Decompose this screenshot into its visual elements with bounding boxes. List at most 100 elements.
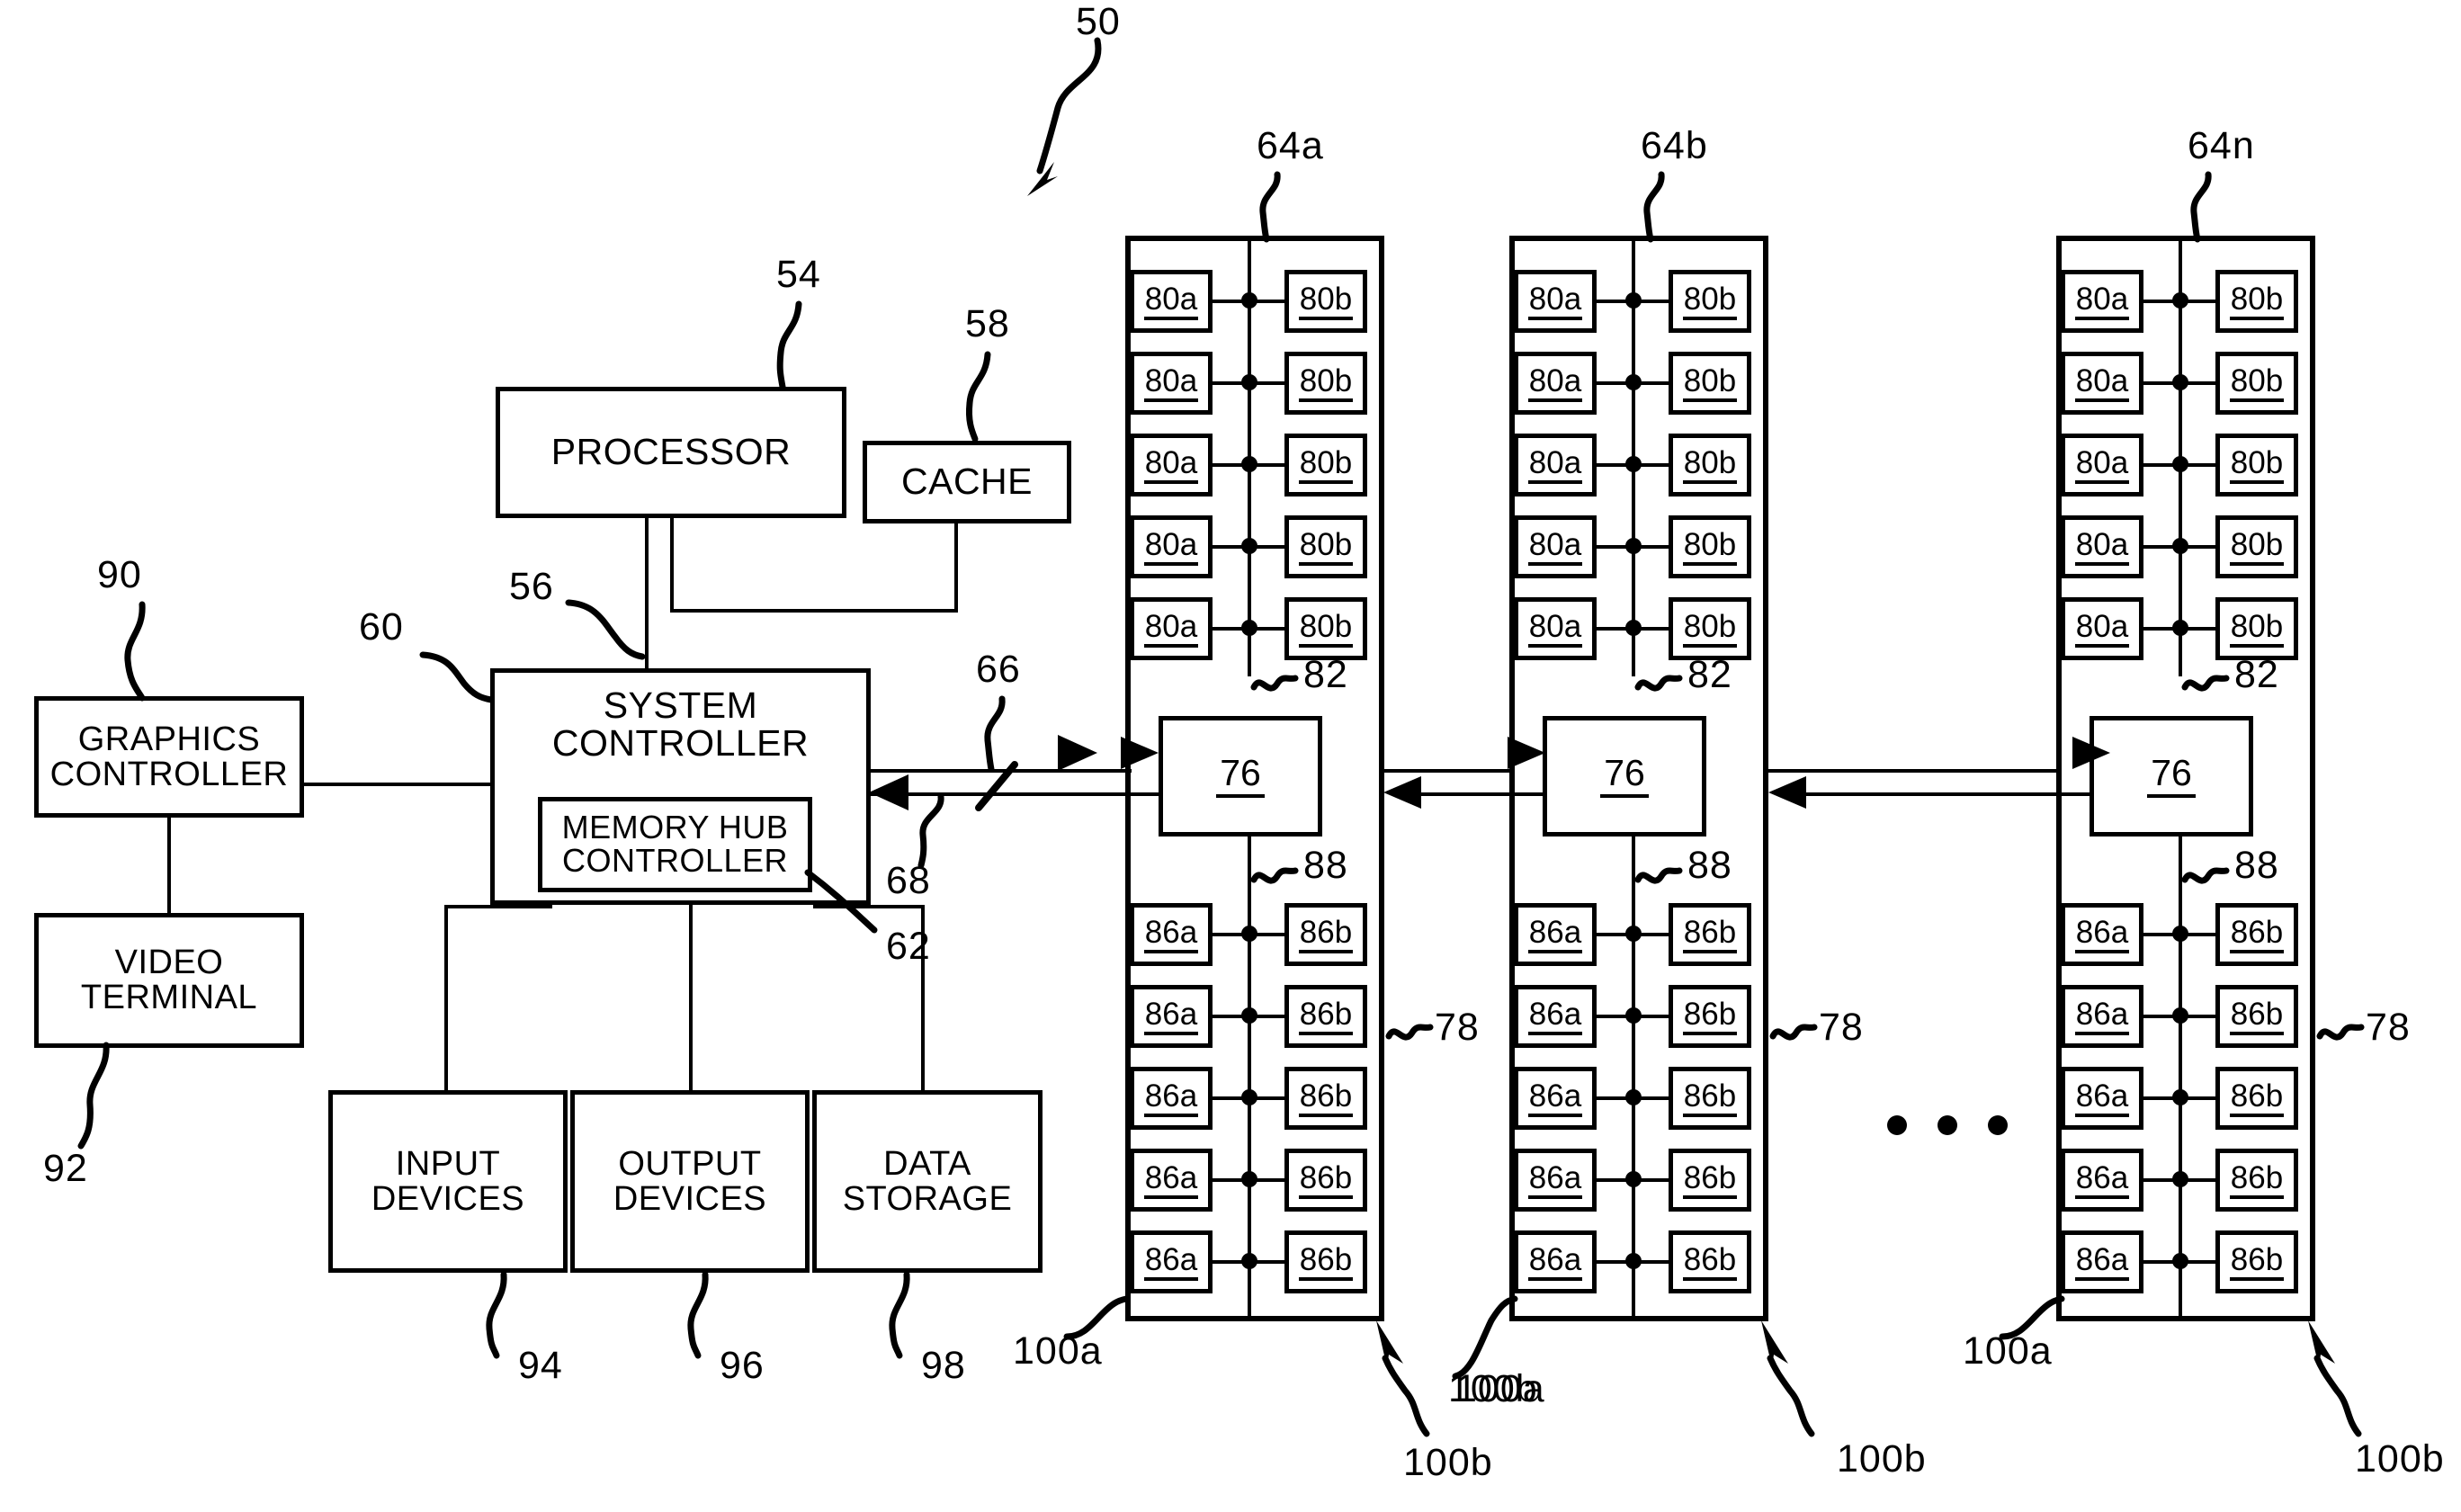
memory-device[interactable]: 80b	[1669, 434, 1751, 497]
memory-device[interactable]: 80b	[1284, 597, 1367, 660]
memory-device[interactable]: 86b	[1669, 1067, 1751, 1130]
memory-device[interactable]: 86b	[1284, 1149, 1367, 1212]
memory-device[interactable]: 86b	[1669, 1230, 1751, 1293]
memory-hub-controller-label: MEMORY HUB CONTROLLER	[561, 809, 789, 879]
output-devices-label: OUTPUT DEVICES	[613, 1144, 767, 1218]
memory-device[interactable]: 86a	[2061, 1230, 2143, 1293]
memory-device[interactable]: 80b	[2215, 352, 2298, 415]
memory-device[interactable]: 80b	[2215, 597, 2298, 660]
memory-device[interactable]: 86b	[2215, 903, 2298, 966]
memory-device[interactable]: 86b	[1669, 1149, 1751, 1212]
memory-device[interactable]: 80b	[1284, 515, 1367, 578]
memory-device[interactable]: 86a	[1130, 1230, 1213, 1293]
memory-device[interactable]: 86a	[1130, 1149, 1213, 1212]
memory-device[interactable]: 80b	[1284, 352, 1367, 415]
ref-92: 92	[43, 1147, 88, 1190]
processor-block[interactable]: PROCESSOR	[496, 387, 846, 518]
memory-hub[interactable]: 76	[1159, 716, 1322, 837]
memory-device[interactable]: 80a	[1130, 352, 1213, 415]
memory-device[interactable]: 86a	[2061, 985, 2143, 1048]
memory-device[interactable]: 80b	[1669, 270, 1751, 333]
memory-hub[interactable]: 76	[2090, 716, 2253, 837]
memory-device[interactable]: 86a	[1130, 1067, 1213, 1130]
memory-device[interactable]: 86b	[2215, 1067, 2298, 1130]
memory-device[interactable]: 80b	[2215, 270, 2298, 333]
memory-device[interactable]: 80a	[1130, 270, 1213, 333]
memory-device[interactable]: 86b	[2215, 1149, 2298, 1212]
bus-junction-dot	[2172, 538, 2188, 554]
memory-device-label: 86b	[1682, 1244, 1738, 1281]
memory-device[interactable]: 80a	[1514, 352, 1597, 415]
memory-device[interactable]: 86a	[1514, 1149, 1597, 1212]
memory-device[interactable]: 80b	[1669, 515, 1751, 578]
bus-junction-dot	[2172, 1171, 2188, 1187]
memory-device[interactable]: 80a	[2061, 270, 2143, 333]
bus-junction-dot	[1241, 1089, 1257, 1105]
memory-device[interactable]: 86a	[1514, 1067, 1597, 1130]
ref-64n: 64n	[2188, 124, 2255, 167]
memory-device[interactable]: 80a	[2061, 434, 2143, 497]
data-storage-block[interactable]: DATA STORAGE	[812, 1090, 1043, 1273]
memory-device[interactable]: 86a	[1514, 985, 1597, 1048]
memory-device-label: 80b	[1298, 283, 1354, 320]
memory-device[interactable]: 86a	[1130, 903, 1213, 966]
output-devices-block[interactable]: OUTPUT DEVICES	[570, 1090, 810, 1273]
memory-device[interactable]: 80a	[1130, 597, 1213, 660]
processor-bus-vertical-2	[670, 518, 674, 609]
memory-device[interactable]: 80a	[1130, 515, 1213, 578]
graphics-to-video-link	[167, 816, 171, 915]
memory-device[interactable]: 86b	[1284, 1067, 1367, 1130]
bus-junction-dot	[2172, 1007, 2188, 1024]
ref-100a-left: 100a	[1963, 1329, 2053, 1373]
memory-device[interactable]: 86a	[1514, 1230, 1597, 1293]
memory-device[interactable]: 86a	[1130, 985, 1213, 1048]
memory-device[interactable]: 80b	[2215, 434, 2298, 497]
memory-device[interactable]: 86b	[1284, 903, 1367, 966]
memory-hub-controller-block[interactable]: MEMORY HUB CONTROLLER	[538, 797, 812, 892]
module-out-line	[1094, 792, 1160, 796]
memory-device[interactable]: 86a	[2061, 1067, 2143, 1130]
memory-device-label: 86a	[2074, 998, 2130, 1035]
memory-device[interactable]: 80a	[2061, 515, 2143, 578]
sysctl-to-input-link-h	[444, 905, 552, 908]
memory-device[interactable]: 86a	[2061, 1149, 2143, 1212]
graphics-to-system-link	[302, 783, 493, 786]
memory-device[interactable]: 80b	[1284, 434, 1367, 497]
bus-junction-dot	[2172, 1253, 2188, 1269]
input-devices-label: INPUT DEVICES	[371, 1144, 525, 1218]
input-devices-block[interactable]: INPUT DEVICES	[328, 1090, 568, 1273]
bus-junction-dot	[1625, 374, 1642, 390]
memory-device[interactable]: 80a	[1514, 434, 1597, 497]
memory-device[interactable]: 80a	[1514, 515, 1597, 578]
video-terminal-block[interactable]: VIDEO TERMINAL	[34, 913, 304, 1048]
memory-device[interactable]: 86b	[1284, 1230, 1367, 1293]
memory-device[interactable]: 80a	[2061, 352, 2143, 415]
memory-hub[interactable]: 76	[1543, 716, 1706, 837]
ref-68: 68	[886, 859, 931, 902]
memory-device-label: 86b	[2229, 917, 2285, 953]
memory-device[interactable]: 86b	[1669, 903, 1751, 966]
memory-device[interactable]: 86b	[1284, 985, 1367, 1048]
memory-device[interactable]: 86a	[1514, 903, 1597, 966]
bus-junction-dot	[1625, 620, 1642, 636]
ref-78-squiggle	[1385, 1024, 1434, 1041]
memory-device[interactable]: 86b	[2215, 985, 2298, 1048]
memory-device[interactable]: 80b	[1669, 352, 1751, 415]
bus-junction-dot	[2172, 292, 2188, 309]
memory-device[interactable]: 80a	[1514, 270, 1597, 333]
memory-device[interactable]: 80a	[1514, 597, 1597, 660]
memory-device[interactable]: 80a	[1130, 434, 1213, 497]
memory-device[interactable]: 86a	[2061, 903, 2143, 966]
module-in-line	[1094, 769, 1132, 773]
cache-bus-vertical	[954, 523, 958, 613]
memory-device[interactable]: 86b	[1669, 985, 1751, 1048]
memory-device[interactable]: 80b	[2215, 515, 2298, 578]
memory-device[interactable]: 80b	[1284, 270, 1367, 333]
cache-block[interactable]: CACHE	[863, 441, 1071, 523]
memory-device[interactable]: 86b	[2215, 1230, 2298, 1293]
graphics-controller-block[interactable]: GRAPHICS CONTROLLER	[34, 696, 304, 818]
memory-device[interactable]: 80a	[2061, 597, 2143, 660]
memory-device[interactable]: 80b	[1669, 597, 1751, 660]
processor-bus-vertical	[645, 518, 649, 668]
ref-64a-leader	[1259, 171, 1281, 243]
